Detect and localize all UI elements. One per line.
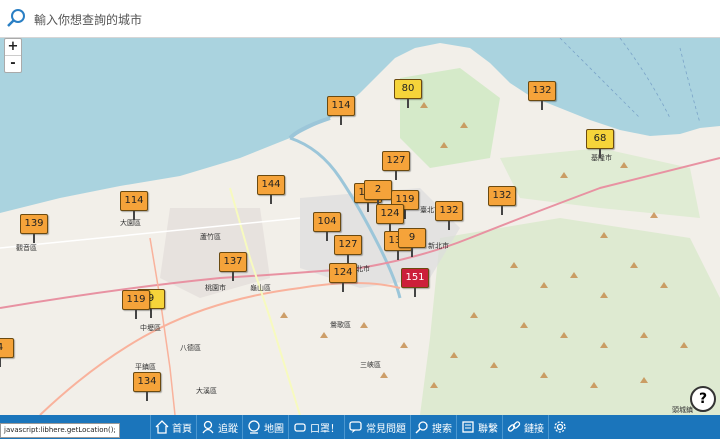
map-label: 鶯歌區 xyxy=(330,321,351,329)
aqi-marker[interactable]: 2 xyxy=(364,180,392,209)
zoom-in-button[interactable]: + xyxy=(5,39,21,56)
map-label: 八德區 xyxy=(180,344,201,352)
aqi-marker[interactable]: 144 xyxy=(257,175,285,204)
status-bar: javascript:libhere.getLocation(); xyxy=(0,423,120,438)
nav-search[interactable]: 搜索 xyxy=(410,415,456,439)
aqi-marker[interactable]: 119 xyxy=(122,290,150,319)
nav-label: 首頁 xyxy=(172,423,192,435)
aqi-marker[interactable]: 80 xyxy=(394,79,422,108)
gear-icon xyxy=(554,421,566,433)
chat-icon xyxy=(349,421,362,433)
aqi-marker[interactable]: 127 xyxy=(334,235,362,264)
aqi-marker[interactable]: 139 xyxy=(20,214,48,243)
map-label: 頭城鎮 xyxy=(672,406,693,414)
nav-label: 追蹤 xyxy=(218,423,238,435)
aqi-marker[interactable]: 127 xyxy=(382,151,410,180)
map-label: 北市 xyxy=(356,265,370,273)
nav-label: 口罩！ xyxy=(310,423,340,435)
nav-contact[interactable]: 聯繫 xyxy=(456,415,502,439)
nav-mask[interactable]: 口罩！ xyxy=(288,415,344,439)
nav-home[interactable]: 首頁 xyxy=(150,415,196,439)
nav-map[interactable]: 地圖 xyxy=(242,415,288,439)
zoom-control: + - xyxy=(4,38,22,73)
map-area[interactable] xyxy=(0,38,720,415)
aqi-marker[interactable]: 104 xyxy=(313,212,341,241)
nav-label: 地圖 xyxy=(264,423,284,435)
nav-label: 搜索 xyxy=(432,423,452,435)
zoom-out-button[interactable]: - xyxy=(5,56,21,72)
help-icon[interactable]: ? xyxy=(690,386,716,412)
map-label: 桃園市 xyxy=(205,284,226,292)
nav-follow[interactable]: 追蹤 xyxy=(196,415,242,439)
aqi-marker[interactable]: 68 xyxy=(586,129,614,158)
aqi-marker[interactable]: 114 xyxy=(120,191,148,220)
aqi-marker[interactable]: 124 xyxy=(376,204,404,233)
contact-icon xyxy=(462,421,474,433)
map-label: 三峽區 xyxy=(360,361,381,369)
nav-links[interactable]: 鏈接 xyxy=(502,415,548,439)
nav-label: 鏈接 xyxy=(524,423,544,435)
user-pin-icon xyxy=(202,420,214,434)
search-icon[interactable] xyxy=(6,8,26,28)
nav-label: 聯繫 xyxy=(478,423,498,435)
search-icon xyxy=(415,421,428,434)
map-label: 蘆竹區 xyxy=(200,233,221,241)
map-base xyxy=(0,38,720,415)
aqi-marker[interactable]: 132 xyxy=(435,201,463,230)
mask-icon xyxy=(294,423,306,432)
map-label: 新北市 xyxy=(428,242,449,250)
map-label: 基隆市 xyxy=(591,154,612,162)
map-label: 觀音區 xyxy=(16,244,37,252)
aqi-marker[interactable]: 9 xyxy=(398,228,426,257)
aqi-marker[interactable]: 132 xyxy=(528,81,556,110)
map-label: 平鎮區 xyxy=(135,363,156,371)
aqi-marker[interactable]: 151 xyxy=(401,268,429,297)
aqi-marker[interactable]: 4 xyxy=(0,338,14,367)
map-label: 中壢區 xyxy=(140,324,161,332)
nav-label: 常見問題 xyxy=(366,423,406,435)
link-icon xyxy=(507,421,521,432)
home-icon xyxy=(155,420,169,434)
map-label: 大溪區 xyxy=(196,387,217,395)
nav-settings[interactable] xyxy=(548,415,574,439)
aqi-marker[interactable]: 134 xyxy=(133,372,161,401)
aqi-marker[interactable]: 132 xyxy=(488,186,516,215)
search-bar xyxy=(0,0,720,38)
aqi-marker[interactable]: 124 xyxy=(329,263,357,292)
search-input[interactable] xyxy=(32,8,706,32)
map-label: 龜山區 xyxy=(250,284,271,292)
aqi-marker[interactable]: 114 xyxy=(327,96,355,125)
globe-icon xyxy=(248,420,260,434)
aqi-marker[interactable]: 137 xyxy=(219,252,247,281)
map-label: 大園區 xyxy=(120,219,141,227)
nav-faq[interactable]: 常見問題 xyxy=(344,415,410,439)
